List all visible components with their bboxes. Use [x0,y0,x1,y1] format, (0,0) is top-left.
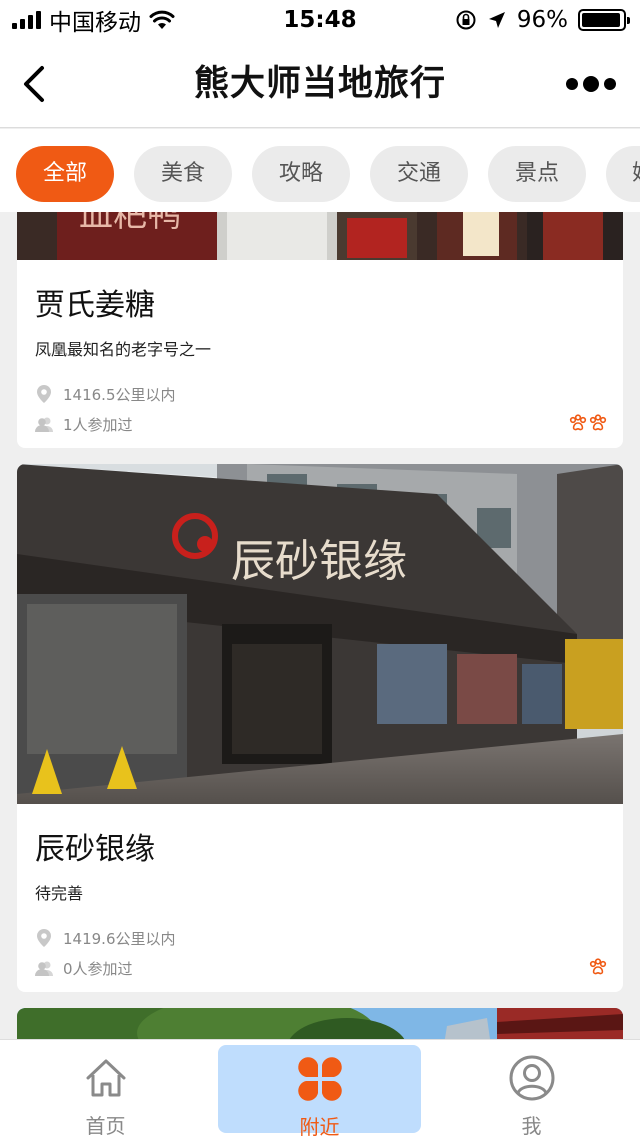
status-right: 96% [455,0,630,40]
distance-text: 1419.6公里以内 [63,929,176,948]
category-tabs: 全部 美食 攻略 交通 景点 娱 [0,129,640,212]
nav-me[interactable]: 我 [430,1040,633,1136]
home-icon [86,1059,125,1097]
place-card[interactable]: 辰砂银缘 辰砂银缘 待完善 1419.6公里以内 0人参加过 [17,464,623,992]
tab-guides[interactable]: 攻略 [252,146,350,202]
battery-percent: 96% [516,7,568,33]
clover-icon [297,1057,342,1101]
paw-icon [589,414,607,431]
distance-row: 1416.5公里以内 [35,382,176,406]
participants-text: 0人参加过 [63,959,133,978]
location-arrow-icon [488,12,505,28]
status-left: 中国移动 [12,0,175,40]
people-icon [35,417,53,432]
orientation-lock-icon [456,10,476,30]
place-photo: 血粑鸭 [17,212,623,260]
wifi-icon [149,10,175,29]
paw-icon [569,414,587,431]
tab-food[interactable]: 美食 [134,146,232,202]
location-pin-icon [37,929,51,947]
status-bar: 中国移动 15:48 96% [0,0,640,40]
paw-rating [569,414,607,432]
nav-nearby-label: 附近 [299,1115,340,1136]
back-icon[interactable] [14,60,58,108]
page-title: 熊大师当地旅行 [193,64,446,104]
place-card[interactable]: 血粑鸭 贾氏姜糖 凤凰最知名的老字号之一 1416.5公里以内 1人参加过 [17,212,623,448]
place-description: 待完善 [35,884,84,903]
distance-row: 1419.6公里以内 [35,926,176,950]
battery-icon [578,9,630,31]
nav-bar: 熊大师当地旅行 [0,40,640,128]
participants-row: 0人参加过 [35,956,133,980]
tab-transport[interactable]: 交通 [370,146,468,202]
more-dots-icon[interactable] [566,68,616,100]
location-pin-icon [37,385,51,403]
bottom-nav: 首页 附近 我 [0,1039,640,1136]
carrier-label: 中国移动 [49,10,141,36]
people-icon [35,961,53,976]
tab-entertainment[interactable]: 娱 [606,146,640,202]
participants-row: 1人参加过 [35,412,133,436]
battery-fill [582,13,621,27]
nav-home[interactable]: 首页 [4,1040,207,1136]
user-icon [509,1055,554,1101]
nav-nearby[interactable]: 附近 [218,1045,421,1136]
distance-text: 1416.5公里以内 [63,385,176,404]
photo-sign-text: 辰砂银缘 [231,536,407,587]
photo-sign-text: 血粑鸭 [79,212,181,235]
tab-attractions[interactable]: 景点 [488,146,586,202]
nav-me-label: 我 [521,1114,542,1136]
place-feed: 血粑鸭 贾氏姜糖 凤凰最知名的老字号之一 1416.5公里以内 1人参加过 辰砂… [0,212,640,1039]
place-card[interactable] [17,1008,623,1039]
place-photo: 辰砂银缘 [17,464,623,804]
place-photo [17,1008,623,1039]
participants-text: 1人参加过 [63,415,133,434]
place-description: 凤凰最知名的老字号之一 [35,340,212,359]
signal-icon [12,11,41,29]
paw-rating [589,958,607,976]
place-title: 贾氏姜糖 [35,288,155,323]
tab-all[interactable]: 全部 [16,146,114,202]
place-title: 辰砂银缘 [35,832,155,867]
nav-home-label: 首页 [85,1114,126,1136]
paw-icon [589,958,607,975]
